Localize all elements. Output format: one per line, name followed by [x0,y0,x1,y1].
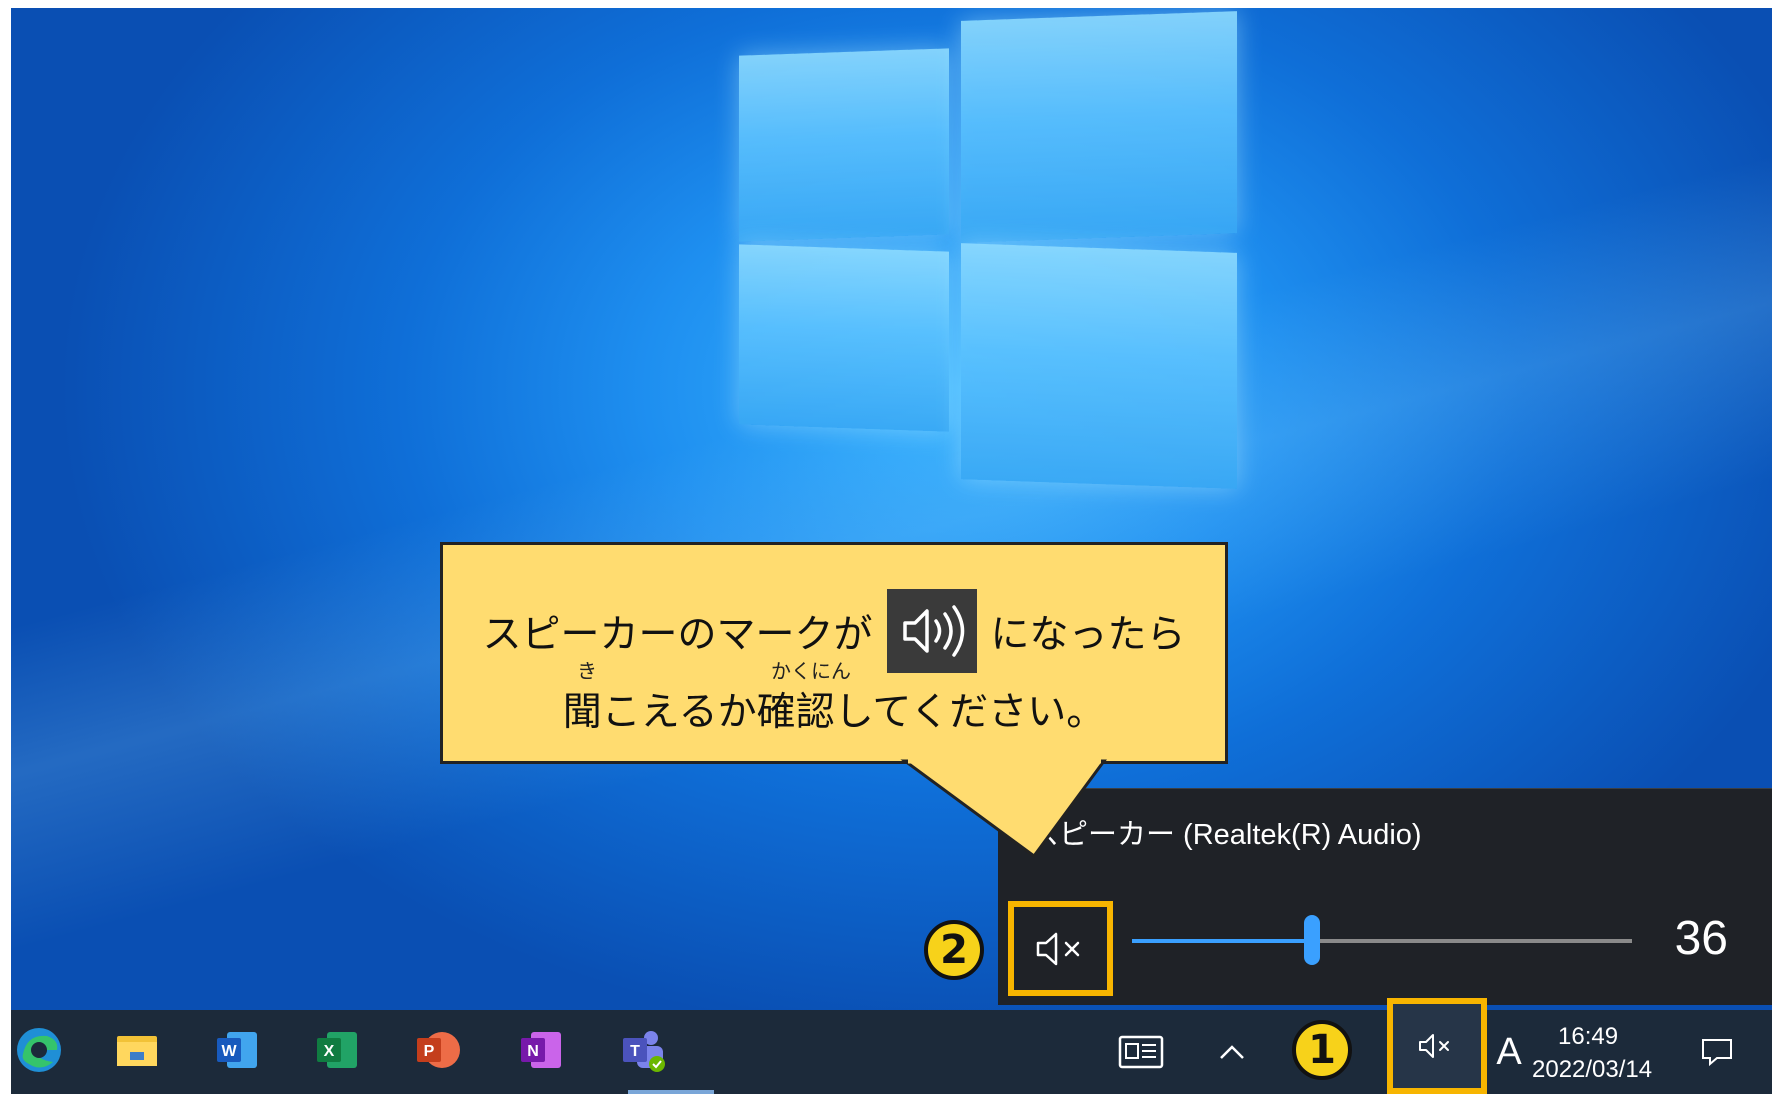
ruby-kakunin: かくにん [771,659,851,683]
volume-flyout: スピーカー (Realtek(R) Audio) 36 [998,788,1772,1005]
windows-logo-pane-br [961,243,1237,489]
callout-line1-before: スピーカーのマークが [482,612,873,658]
show-hidden-icons-button[interactable] [1207,1010,1257,1094]
news-icon [1118,1035,1164,1069]
windows-logo-pane-bl [739,244,949,432]
callout-line-2: 聞こえるか確認してください。 [562,690,1106,735]
taskbar-powerpoint[interactable]: P [411,1024,463,1076]
clock-time[interactable]: 16:49 [1558,1023,1618,1051]
windows-logo-pane-tr [961,11,1237,243]
notification-icon [1702,1039,1732,1067]
excel-icon: X [317,1032,357,1068]
svg-text:P: P [424,1043,435,1060]
step-badge-2: 2 [924,920,984,980]
powerpoint-icon: P [417,1032,460,1068]
action-center-button[interactable] [1687,1010,1747,1094]
taskbar-news[interactable] [1109,1010,1173,1094]
file-explorer-icon [117,1036,157,1066]
taskbar-onenote[interactable]: N [515,1024,567,1076]
volume-slider-fill [1132,939,1312,943]
instruction-callout: スピーカーのマークが になったら き かくにん 聞こえるか確認してください。 [440,542,1228,764]
mute-toggle-button[interactable] [1008,901,1113,996]
teams-active-indicator [628,1090,714,1094]
taskbar-excel[interactable]: X [311,1024,363,1076]
ruby-ki: き [577,659,597,683]
speaker-muted-icon [1419,1034,1449,1058]
taskbar-edge[interactable] [13,1024,65,1076]
edge-icon [17,1028,61,1072]
callout-line1-after: になったら [990,612,1186,658]
taskbar-file-explorer[interactable] [111,1024,163,1076]
windows-logo-pane-tl [739,48,949,242]
chevron-up-icon [1220,1045,1244,1059]
volume-value: 36 [1674,912,1728,965]
volume-slider[interactable] [1132,915,1632,965]
ime-indicator[interactable]: A [1491,1010,1527,1094]
svg-text:X: X [324,1043,335,1060]
clock-date[interactable]: 2022/03/14 [1532,1056,1652,1084]
volume-slider-thumb[interactable] [1304,915,1320,965]
svg-text:T: T [630,1043,640,1060]
taskbar-teams[interactable]: T [617,1024,669,1076]
step-badge-1: 1 [1292,1020,1352,1080]
svg-text:N: N [527,1043,539,1060]
teams-icon: T [623,1031,665,1072]
onenote-icon: N [521,1032,561,1068]
speaker-muted-icon [1036,932,1079,965]
speaker-on-icon [886,589,977,673]
word-icon: W [217,1032,257,1068]
taskbar: W X P N T A 16:49 2022/03/14 [11,998,1772,1094]
taskbar-volume-button[interactable] [1387,998,1487,1094]
taskbar-word[interactable]: W [211,1024,263,1076]
svg-text:W: W [221,1043,237,1060]
audio-device-name[interactable]: スピーカー (Realtek(R) Audio) [1030,811,1422,853]
